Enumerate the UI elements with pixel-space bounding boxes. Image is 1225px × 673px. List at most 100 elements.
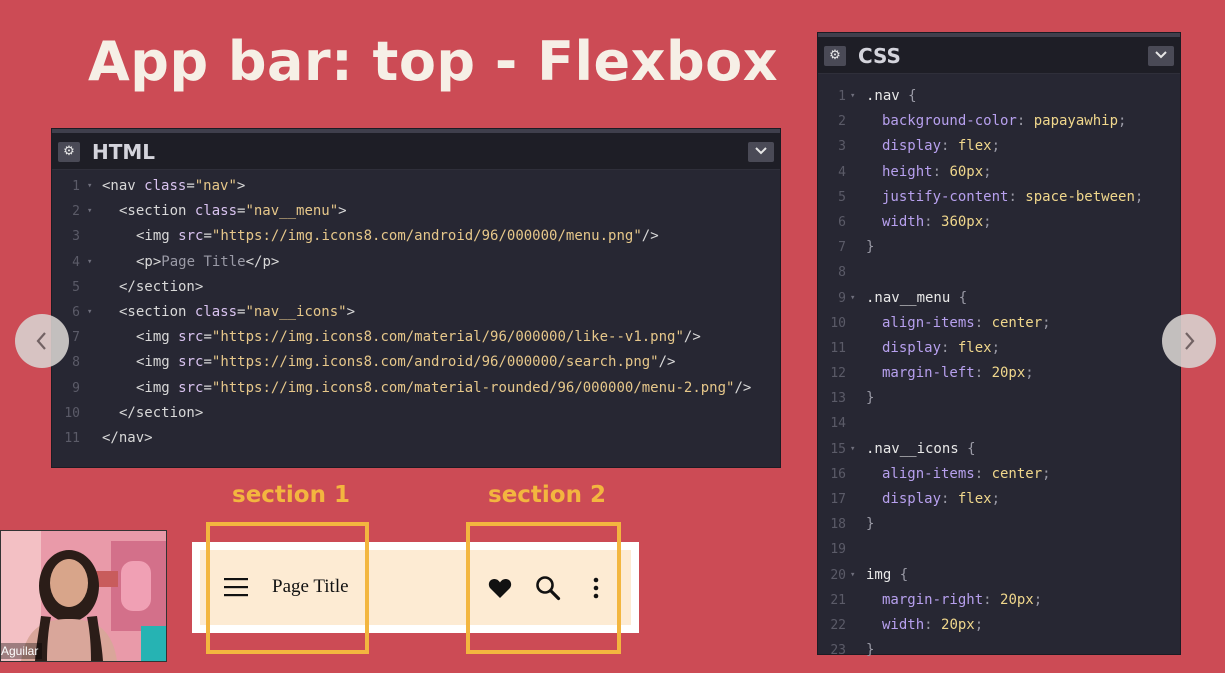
code-line: 16 align-items: center;	[818, 462, 1180, 487]
code-line: 10 </section>	[52, 401, 780, 426]
fold-toggle-icon[interactable]: ▾	[87, 300, 97, 325]
code-text: <img src="https://img.icons8.com/android…	[136, 228, 659, 245]
line-number: 14	[830, 416, 846, 432]
slide-title: App bar: top - Flexbox	[88, 30, 779, 93]
code-text: </section>	[119, 404, 204, 421]
code-line: 9 <img src="https://img.icons8.com/materi…	[52, 376, 780, 401]
chevron-down-icon[interactable]	[1148, 46, 1174, 66]
html-panel-title: HTML	[92, 140, 156, 164]
code-line: 3 display: flex;	[818, 134, 1180, 159]
html-code-panel: ⚙ HTML 1 ▾ <nav class="nav"> 2 ▾ <section cla…	[52, 129, 780, 467]
code-line: 23}	[818, 638, 1180, 663]
fold-toggle-icon[interactable]: ▾	[87, 250, 97, 275]
line-number: 18	[830, 517, 846, 533]
line-number: 1	[838, 89, 846, 104]
code-text: align-items: center;	[882, 465, 1051, 482]
fold-toggle-icon[interactable]: ▾	[850, 84, 860, 109]
presenter-video-frame	[1, 531, 166, 661]
line-number: 2	[72, 204, 80, 220]
code-text: img {	[866, 566, 909, 583]
code-line: 20 ▾ img {	[818, 563, 1180, 588]
code-text: <section class="nav__menu">	[119, 203, 347, 220]
code-line: 15 ▾ .nav__icons {	[818, 437, 1180, 462]
code-line: 11 </nav>	[52, 426, 780, 451]
line-number: 13	[830, 391, 846, 407]
line-number: 4	[838, 164, 846, 180]
line-number: 9	[72, 380, 80, 396]
code-text: margin-left: 20px;	[882, 365, 1034, 382]
code-line: 17 display: flex;	[818, 487, 1180, 512]
chevron-right-icon	[1185, 332, 1195, 350]
line-number: 20	[830, 567, 846, 583]
previous-slide-button[interactable]	[15, 314, 69, 368]
code-line: 3 <img src="https://img.icons8.com/androi…	[52, 224, 780, 249]
line-number: 10	[830, 315, 846, 331]
code-text: .nav__menu {	[866, 289, 968, 306]
chevron-down-icon[interactable]	[748, 142, 774, 162]
code-line: 19	[818, 537, 1180, 562]
gear-icon[interactable]: ⚙	[58, 142, 80, 162]
code-text: <img src="https://img.icons8.com/materia…	[136, 329, 701, 346]
code-text: display: flex;	[882, 491, 1001, 507]
css-code-editor[interactable]: 1 ▾ .nav {2 background-color: papayawhip; 3 d…	[818, 74, 1180, 663]
line-number: 16	[830, 466, 846, 482]
fold-toggle-icon[interactable]: ▾	[850, 286, 860, 311]
fold-toggle-icon[interactable]: ▾	[850, 563, 860, 588]
fold-toggle-icon[interactable]: ▾	[87, 174, 97, 199]
code-text: </nav>	[102, 429, 153, 446]
code-text: <nav class="nav">	[102, 178, 246, 194]
webcam-video: Aguilar	[0, 530, 167, 662]
code-text: justify-content: space-between;	[882, 188, 1144, 205]
code-text: <img src="https://img.icons8.com/materia…	[136, 379, 752, 396]
section-1-label: section 1	[232, 482, 350, 508]
line-number: 7	[838, 240, 846, 256]
code-line: 5 </section>	[52, 275, 780, 300]
chevron-left-icon	[36, 332, 46, 350]
line-number: 17	[830, 492, 846, 507]
next-slide-button[interactable]	[1162, 314, 1216, 368]
code-line: 8	[818, 260, 1180, 285]
gear-icon[interactable]: ⚙	[824, 46, 846, 66]
fold-toggle-icon[interactable]: ▾	[850, 437, 860, 462]
css-panel-header: ⚙ CSS	[818, 37, 1180, 74]
code-line: 1 ▾ .nav {	[818, 84, 1180, 109]
code-text: </section>	[119, 278, 204, 295]
code-line: 2 ▾ <section class="nav__menu">	[52, 199, 780, 224]
line-number: 9	[838, 290, 846, 306]
code-line: 21 margin-right: 20px;	[818, 588, 1180, 613]
css-code-panel: ⚙ CSS 1 ▾ .nav {2 background-color: papayaw…	[818, 33, 1180, 658]
html-panel-header: ⚙ HTML	[52, 133, 780, 170]
line-number: 11	[64, 430, 80, 446]
line-number: 19	[830, 542, 846, 558]
line-number: 3	[72, 229, 80, 245]
code-text: height: 60px;	[882, 163, 992, 180]
line-number: 4	[72, 254, 80, 270]
code-line: 14	[818, 411, 1180, 436]
line-number: 21	[830, 592, 846, 608]
line-number: 1	[72, 179, 80, 194]
line-number: 5	[72, 279, 80, 295]
code-text: <img src="https://img.icons8.com/android…	[136, 354, 676, 371]
code-text: width: 20px;	[882, 616, 984, 633]
code-line: 7 <img src="https://img.icons8.com/materi…	[52, 325, 780, 350]
html-code-editor[interactable]: 1 ▾ <nav class="nav"> 2 ▾ <section class="nav…	[52, 170, 780, 451]
code-text: }	[866, 642, 875, 659]
fold-toggle-icon[interactable]: ▾	[87, 199, 97, 224]
code-line: 6 width: 360px;	[818, 210, 1180, 235]
section-2-label: section 2	[488, 482, 606, 508]
code-text: <section class="nav__icons">	[119, 303, 356, 320]
code-text: }	[866, 239, 875, 256]
code-line: 4 height: 60px;	[818, 160, 1180, 185]
code-line: 1 ▾ <nav class="nav">	[52, 174, 780, 199]
code-line: 11 display: flex;	[818, 336, 1180, 361]
line-number: 8	[838, 265, 846, 281]
code-line: 10 align-items: center;	[818, 311, 1180, 336]
code-line: 6 ▾ <section class="nav__icons">	[52, 300, 780, 325]
line-number: 15	[830, 441, 846, 457]
code-line: 4 ▾ <p>Page Title</p>	[52, 250, 780, 275]
line-number: 23	[830, 643, 846, 659]
code-text: .nav__icons {	[866, 440, 976, 457]
code-text: margin-right: 20px;	[882, 591, 1043, 608]
code-text: background-color: papayawhip;	[882, 113, 1127, 130]
code-text: align-items: center;	[882, 314, 1051, 331]
